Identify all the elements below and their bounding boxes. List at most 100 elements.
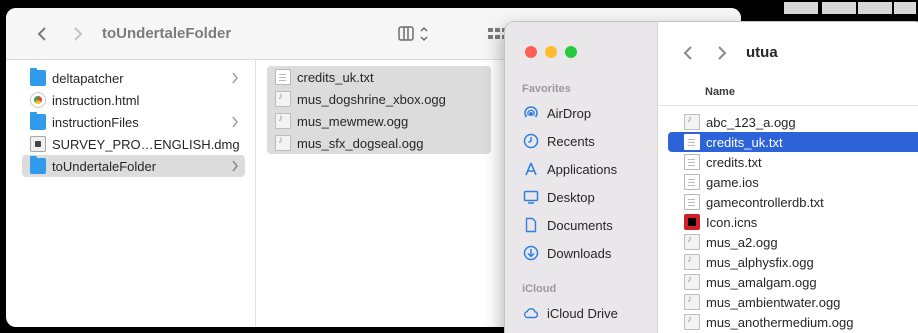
item-name: instruction.html	[52, 92, 140, 108]
icns-file-icon	[684, 214, 700, 230]
list-item-selected[interactable]: toUndertaleFolder	[22, 155, 245, 177]
table-row[interactable]: mus_anothermedium.ogg	[668, 312, 918, 332]
sidebar-item-recents[interactable]: Recents	[523, 130, 595, 152]
item-name: credits_uk.txt	[297, 69, 374, 85]
sidebar-item-airdrop[interactable]: AirDrop	[523, 102, 591, 124]
close-button[interactable]	[525, 46, 537, 58]
file-name: credits_uk.txt	[706, 134, 783, 150]
clock-icon	[523, 133, 539, 149]
list-item[interactable]: instructionFiles	[22, 111, 245, 133]
status-icon-a[interactable]	[784, 2, 818, 14]
file-name: Icon.icns	[706, 214, 758, 230]
toolbar: utua	[658, 22, 918, 74]
forward-arrow-icon[interactable]	[70, 27, 84, 41]
desktop-icon	[523, 189, 539, 205]
html-file-icon	[30, 92, 46, 108]
text-file-icon	[684, 194, 700, 210]
column-view-icon[interactable]	[398, 26, 430, 42]
sidebar-item-icloud-drive[interactable]: iCloud Drive	[523, 302, 618, 324]
item-name: mus_dogshrine_xbox.ogg	[297, 91, 446, 107]
sidebar-item-downloads[interactable]: Downloads	[523, 242, 611, 264]
status-icon-b[interactable]	[822, 2, 856, 14]
list-item[interactable]: deltapatcher	[22, 67, 245, 89]
cloud-icon	[523, 305, 539, 321]
sidebar-item-applications[interactable]: Applications	[523, 158, 617, 180]
table-row[interactable]: Icon.icns	[668, 212, 918, 232]
file-name: game.ios	[706, 174, 759, 190]
list-item[interactable]: mus_sfx_dogseal.ogg	[267, 132, 491, 154]
audio-file-icon	[684, 274, 700, 290]
finder-window-front: Favorites AirDrop Recents Applications D…	[505, 22, 918, 333]
text-file-icon	[684, 134, 700, 150]
item-name: deltapatcher	[52, 70, 124, 86]
document-icon	[523, 217, 539, 233]
sidebar-item-documents[interactable]: Documents	[523, 214, 613, 236]
disk-image-icon	[30, 136, 46, 152]
file-name: mus_anothermedium.ogg	[706, 314, 854, 330]
sidebar-item-label: Recents	[547, 133, 595, 149]
sidebar: Favorites AirDrop Recents Applications D…	[505, 22, 658, 333]
table-row[interactable]: abc_123_a.ogg	[668, 112, 918, 132]
window-title: toUndertaleFolder	[102, 25, 232, 42]
list-item[interactable]: SURVEY_PRO…ENGLISH.dmg	[22, 133, 245, 155]
text-file-icon	[684, 154, 700, 170]
menubar-status-icons	[760, 0, 918, 16]
file-list: abc_123_a.ogg credits_uk.txt credits.txt…	[668, 112, 918, 332]
minimize-button[interactable]	[545, 46, 557, 58]
table-row[interactable]: gamecontrollerdb.txt	[668, 192, 918, 212]
applications-icon	[523, 161, 539, 177]
audio-file-icon	[684, 294, 700, 310]
table-row[interactable]: mus_amalgam.ogg	[668, 272, 918, 292]
column-1: deltapatcher instruction.html instructio…	[6, 60, 256, 327]
item-name: instructionFiles	[52, 114, 139, 130]
sidebar-item-label: Desktop	[547, 189, 595, 205]
table-row[interactable]: mus_ambientwater.ogg	[668, 292, 918, 312]
window-title: utua	[746, 44, 778, 61]
sidebar-item-label: AirDrop	[547, 105, 592, 121]
list-item[interactable]: mus_dogshrine_xbox.ogg	[267, 88, 491, 110]
list-item[interactable]: credits_uk.txt	[267, 66, 491, 88]
chevron-right-icon	[231, 160, 239, 172]
sidebar-item-label: iCloud Drive	[547, 305, 618, 321]
file-name: abc_123_a.ogg	[706, 114, 796, 130]
sidebar-item-desktop[interactable]: Desktop	[523, 186, 595, 208]
sidebar-item-label: Downloads	[547, 245, 612, 261]
item-name: mus_sfx_dogseal.ogg	[297, 135, 424, 151]
table-row[interactable]: mus_a2.ogg	[668, 232, 918, 252]
list-item[interactable]: instruction.html	[22, 89, 245, 111]
table-row[interactable]: mus_alphysfix.ogg	[668, 252, 918, 272]
item-name: mus_mewmew.ogg	[297, 113, 409, 129]
file-name: mus_a2.ogg	[706, 234, 778, 250]
zoom-button[interactable]	[565, 46, 577, 58]
download-icon	[523, 245, 539, 261]
file-name: gamecontrollerdb.txt	[706, 194, 824, 210]
blank-file-icon	[684, 174, 700, 190]
status-icon-c[interactable]	[858, 2, 892, 14]
audio-file-icon	[275, 113, 291, 129]
folder-icon	[30, 156, 46, 174]
forward-arrow-icon[interactable]	[714, 46, 728, 60]
audio-file-icon	[684, 114, 700, 130]
favorites-header: Favorites	[522, 83, 571, 95]
chevron-right-icon	[231, 72, 239, 84]
file-name: mus_alphysfix.ogg	[706, 254, 814, 270]
item-name: toUndertaleFolder	[52, 158, 157, 174]
audio-file-icon	[275, 135, 291, 151]
sidebar-item-label: Applications	[547, 161, 618, 177]
table-row[interactable]: game.ios	[668, 172, 918, 192]
table-row[interactable]: credits.txt	[668, 152, 918, 172]
list-item[interactable]: mus_mewmew.ogg	[267, 110, 491, 132]
table-row-selected[interactable]: credits_uk.txt	[668, 132, 918, 152]
sidebar-item-label: Documents	[547, 217, 613, 233]
file-name: mus_amalgam.ogg	[706, 274, 817, 290]
column-header-name[interactable]: Name	[658, 80, 918, 106]
airdrop-icon	[523, 105, 539, 121]
column-header-label: Name	[705, 86, 735, 98]
text-file-icon	[275, 69, 291, 85]
back-arrow-icon[interactable]	[36, 27, 50, 41]
back-arrow-icon[interactable]	[682, 46, 696, 60]
audio-file-icon	[684, 254, 700, 270]
audio-file-icon	[684, 314, 700, 330]
status-icon-d[interactable]	[894, 2, 916, 14]
folder-icon	[30, 112, 46, 130]
